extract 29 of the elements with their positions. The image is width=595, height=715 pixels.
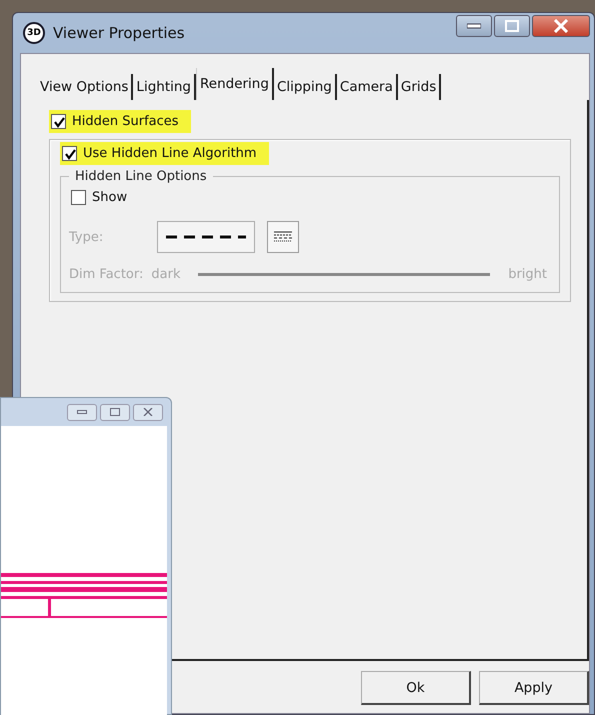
dark-label: dark xyxy=(151,267,180,282)
checkbox[interactable] xyxy=(62,146,77,161)
close-button[interactable] xyxy=(532,15,590,37)
maximize-icon xyxy=(505,20,519,32)
maximize-button[interactable] xyxy=(494,15,530,37)
window-title: Viewer Properties xyxy=(53,24,185,42)
maximize-button[interactable] xyxy=(100,404,130,420)
minimize-button[interactable] xyxy=(67,404,97,420)
close-icon xyxy=(553,19,569,33)
app-icon: 3D xyxy=(23,22,45,44)
close-button[interactable] xyxy=(133,404,163,420)
bright-label: bright xyxy=(508,267,547,282)
close-icon xyxy=(143,408,153,416)
minimize-icon xyxy=(77,410,87,414)
ok-button[interactable]: Ok xyxy=(361,671,471,705)
dim-factor-label: Dim Factor: xyxy=(69,267,144,282)
maximize-icon xyxy=(110,408,120,416)
checkbox[interactable] xyxy=(51,114,66,129)
hidden-line-checkbox[interactable]: Use Hidden Line Algorithm xyxy=(60,142,269,165)
minimize-button[interactable] xyxy=(456,15,492,37)
tab[interactable]: Rendering xyxy=(196,68,274,100)
tab[interactable]: View Options xyxy=(37,74,134,100)
dashed-line-icon xyxy=(166,234,246,240)
minimize-icon xyxy=(467,23,481,29)
type-label: Type: xyxy=(69,230,104,244)
apply-button[interactable]: Apply xyxy=(479,671,589,705)
hidden-surfaces-checkbox[interactable]: Hidden Surfaces xyxy=(49,110,191,133)
line-styles-icon xyxy=(273,230,293,244)
group-title: Hidden Line Options xyxy=(74,169,208,184)
